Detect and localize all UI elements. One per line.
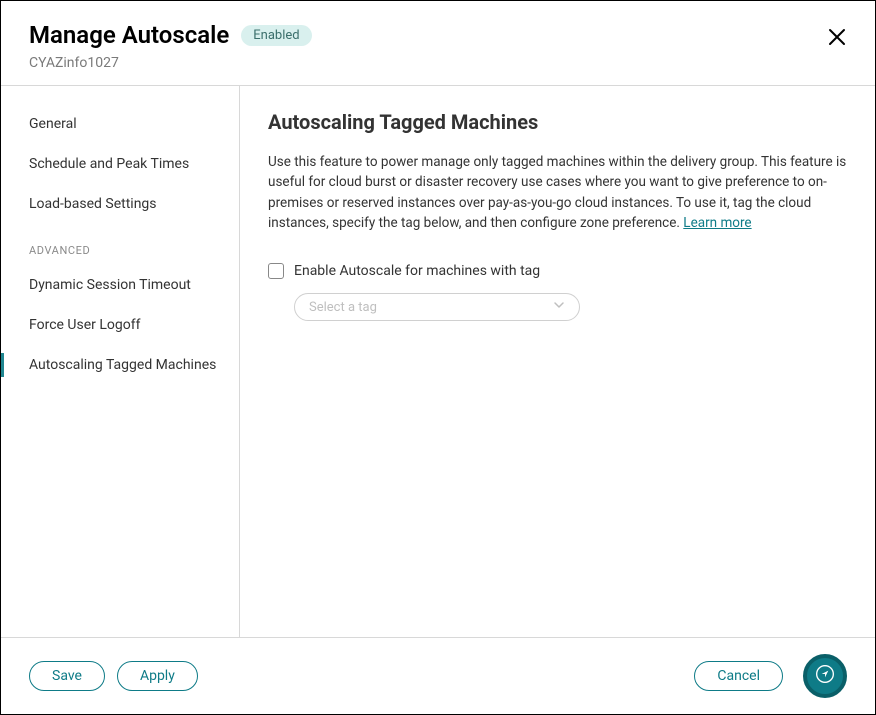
apply-button[interactable]: Apply xyxy=(117,661,198,691)
sidebar-item-autoscaling-tagged[interactable]: Autoscaling Tagged Machines xyxy=(1,345,239,385)
enable-autoscale-label: Enable Autoscale for machines with tag xyxy=(294,263,540,279)
navigate-icon xyxy=(815,664,835,688)
tag-select[interactable]: Select a tag xyxy=(294,293,580,321)
main-panel: Autoscaling Tagged Machines Use this fea… xyxy=(240,86,875,637)
tag-select-placeholder: Select a tag xyxy=(309,300,377,315)
sidebar-item-load-settings[interactable]: Load-based Settings xyxy=(1,184,239,224)
sidebar-item-label: Schedule and Peak Times xyxy=(29,156,189,172)
panel-description: Use this feature to power manage only ta… xyxy=(268,152,847,233)
cancel-button[interactable]: Cancel xyxy=(694,661,783,691)
close-icon[interactable] xyxy=(827,21,847,51)
footer-right: Cancel xyxy=(694,654,847,698)
enable-autoscale-checkbox-row: Enable Autoscale for machines with tag xyxy=(268,263,847,279)
chevron-down-icon xyxy=(553,299,565,315)
tag-select-wrap: Select a tag xyxy=(294,293,847,321)
panel-description-text: Use this feature to power manage only ta… xyxy=(268,154,846,231)
sidebar: General Schedule and Peak Times Load-bas… xyxy=(1,86,240,637)
sidebar-item-force-logoff[interactable]: Force User Logoff xyxy=(1,305,239,345)
panel-title: Autoscaling Tagged Machines xyxy=(268,110,847,134)
sidebar-item-label: General xyxy=(29,116,77,132)
save-button[interactable]: Save xyxy=(29,661,105,691)
status-badge: Enabled xyxy=(241,25,311,46)
sidebar-item-label: Dynamic Session Timeout xyxy=(29,277,191,293)
dialog-header: Manage Autoscale Enabled CYAZinfo1027 xyxy=(1,1,875,86)
sidebar-item-label: Force User Logoff xyxy=(29,317,140,333)
dialog-body: General Schedule and Peak Times Load-bas… xyxy=(1,86,875,637)
enable-autoscale-checkbox[interactable] xyxy=(268,263,284,279)
sidebar-item-label: Load-based Settings xyxy=(29,196,157,212)
sidebar-item-general[interactable]: General xyxy=(1,104,239,144)
sidebar-item-label: Autoscaling Tagged Machines xyxy=(29,357,216,373)
sidebar-item-schedule[interactable]: Schedule and Peak Times xyxy=(1,144,239,184)
page-subtitle: CYAZinfo1027 xyxy=(29,55,312,71)
page-title: Manage Autoscale xyxy=(29,21,229,49)
footer-left: Save Apply xyxy=(29,661,198,691)
sidebar-item-dynamic-timeout[interactable]: Dynamic Session Timeout xyxy=(1,265,239,305)
help-fab[interactable] xyxy=(803,654,847,698)
learn-more-link[interactable]: Learn more xyxy=(683,215,751,231)
title-row: Manage Autoscale Enabled xyxy=(29,21,312,49)
sidebar-advanced-heading: ADVANCED xyxy=(1,224,239,265)
header-left: Manage Autoscale Enabled CYAZinfo1027 xyxy=(29,21,312,71)
dialog-footer: Save Apply Cancel xyxy=(1,637,875,714)
